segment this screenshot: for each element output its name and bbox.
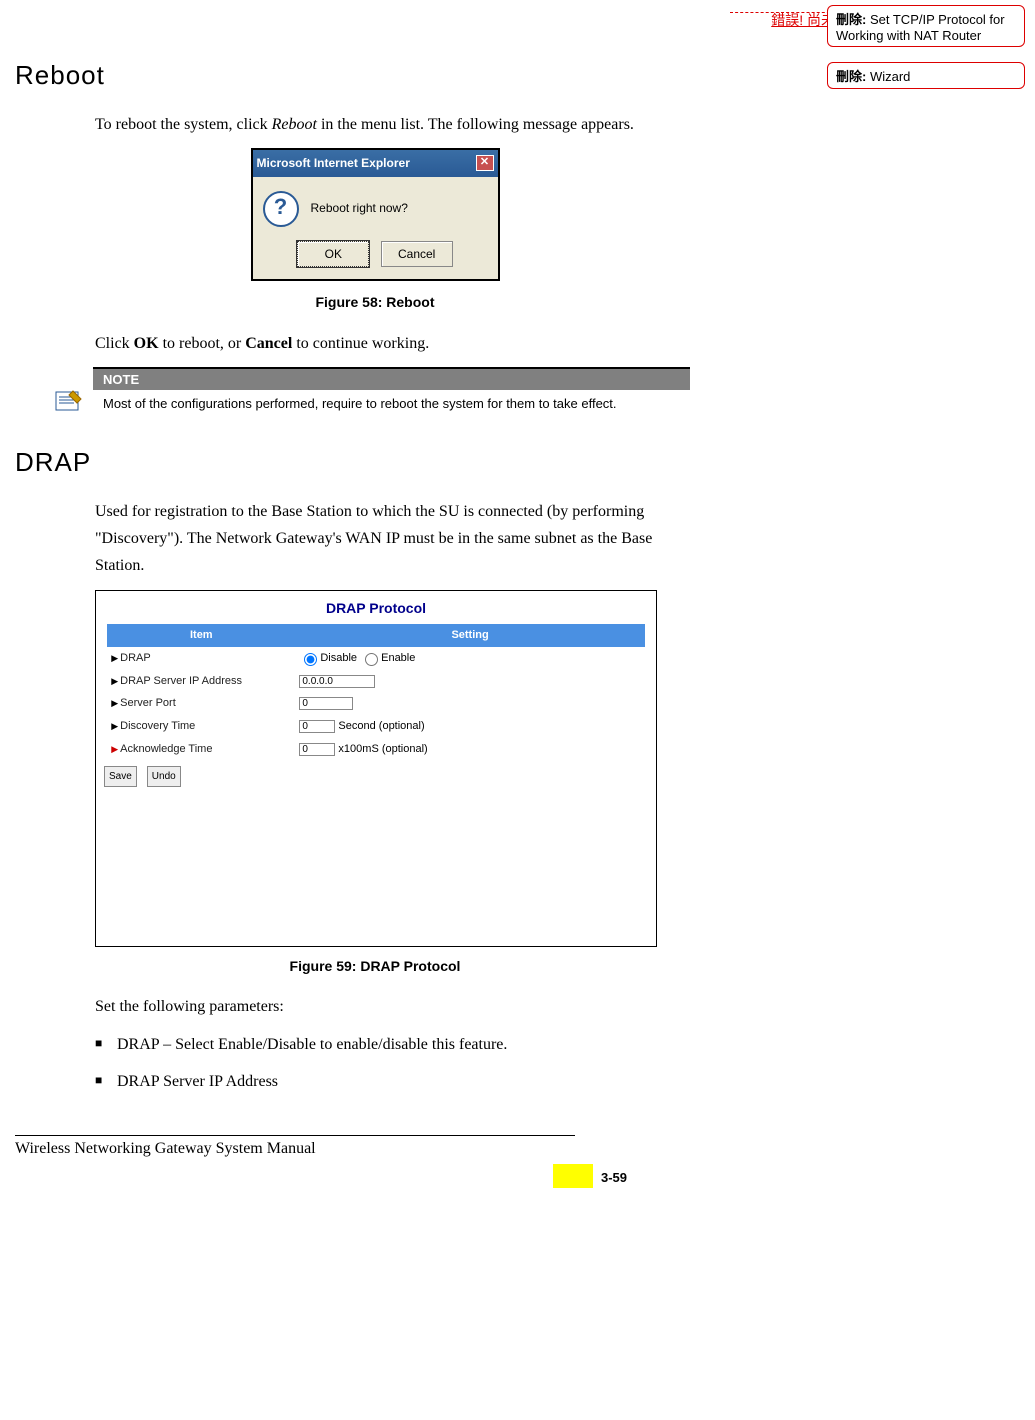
question-icon: ? [263, 191, 299, 227]
table-row: ▶Server Port [107, 692, 645, 715]
bullet-list: DRAP – Select Enable/Disable to enable/d… [95, 1031, 655, 1095]
dialog-titlebar: Microsoft Internet Explorer ✕ [253, 150, 498, 176]
note-header: NOTE [93, 367, 690, 390]
drap-table: Item Setting ▶DRAP Disable Enable ▶DRAP … [107, 624, 645, 760]
cancel-button[interactable]: Cancel [381, 241, 453, 267]
note-table: NOTE Most of the configurations performe… [93, 367, 690, 417]
note-block: NOTE Most of the configurations performe… [55, 367, 690, 417]
section-heading-drap: DRAP [15, 447, 945, 478]
table-row: ▶DRAP Server IP Address [107, 670, 645, 693]
close-icon[interactable]: ✕ [476, 155, 494, 171]
figure-caption: Figure 58: Reboot [95, 291, 655, 315]
dialog-button-row: OK Cancel [253, 241, 498, 279]
table-row: ▶Discovery Time Second (optional) [107, 715, 645, 738]
section-heading-reboot: Reboot [15, 60, 945, 91]
revision-comment-2: 刪除: Wizard [827, 62, 1025, 89]
ok-button[interactable]: OK [297, 241, 369, 267]
table-header-setting: Setting [295, 624, 644, 647]
list-item: DRAP – Select Enable/Disable to enable/d… [95, 1031, 655, 1058]
note-icon [55, 389, 83, 413]
save-button[interactable]: Save [104, 766, 137, 787]
paragraph: Set the following parameters: [95, 993, 655, 1020]
discovery-time-input[interactable] [299, 720, 335, 733]
paragraph: Click OK to reboot, or Cancel to continu… [95, 330, 655, 357]
dialog-box: Microsoft Internet Explorer ✕ ? Reboot r… [251, 148, 500, 281]
figure-drap-screenshot: DRAP Protocol Item Setting ▶DRAP Disable… [95, 590, 657, 947]
figure-reboot-dialog: Microsoft Internet Explorer ✕ ? Reboot r… [95, 148, 655, 281]
body-text-block: To reboot the system, click Reboot in th… [95, 111, 655, 357]
dialog-message: Reboot right now? [311, 198, 408, 218]
footer-rule [15, 1135, 575, 1136]
paragraph: To reboot the system, click Reboot in th… [95, 111, 655, 138]
undo-button[interactable]: Undo [147, 766, 181, 787]
dialog-title: Microsoft Internet Explorer [257, 153, 410, 173]
drap-panel-title: DRAP Protocol [96, 591, 656, 625]
page-number-box: 3-59 [553, 1164, 635, 1188]
table-row: ▶DRAP Disable Enable [107, 647, 645, 670]
ack-time-input[interactable] [299, 743, 335, 756]
yellow-highlight [553, 1164, 593, 1188]
revision-comment-1: 刪除: Set TCP/IP Protocol for Working with… [827, 5, 1025, 47]
header-error-text: 錯誤! 尚未定義樣式。 [15, 10, 945, 30]
paragraph: Used for registration to the Base Statio… [95, 498, 655, 580]
comment-label: 刪除: [836, 12, 866, 27]
footer-manual-title: Wireless Networking Gateway System Manua… [15, 1140, 945, 1158]
document-page: 錯誤! 尚未定義樣式。 刪除: Set TCP/IP Protocol for … [0, 0, 1035, 1178]
page-number: 3-59 [593, 1170, 635, 1188]
list-item: DRAP Server IP Address [95, 1068, 655, 1095]
drap-enable-radio[interactable] [365, 653, 378, 666]
note-body: Most of the configurations performed, re… [93, 390, 690, 417]
drap-server-ip-input[interactable] [299, 675, 375, 688]
drap-disable-radio[interactable] [304, 653, 317, 666]
dialog-content: ? Reboot right now? [253, 177, 498, 241]
comment-text: Wizard [870, 69, 910, 84]
comment-label: 刪除: [836, 69, 866, 84]
body-text-block: Used for registration to the Base Statio… [95, 498, 655, 1095]
table-row: ▶Acknowledge Time x100mS (optional) [107, 738, 645, 761]
server-port-input[interactable] [299, 697, 353, 710]
figure-caption: Figure 59: DRAP Protocol [95, 955, 655, 979]
table-header-item: Item [107, 624, 295, 647]
page-footer: Wireless Networking Gateway System Manua… [15, 1135, 945, 1158]
